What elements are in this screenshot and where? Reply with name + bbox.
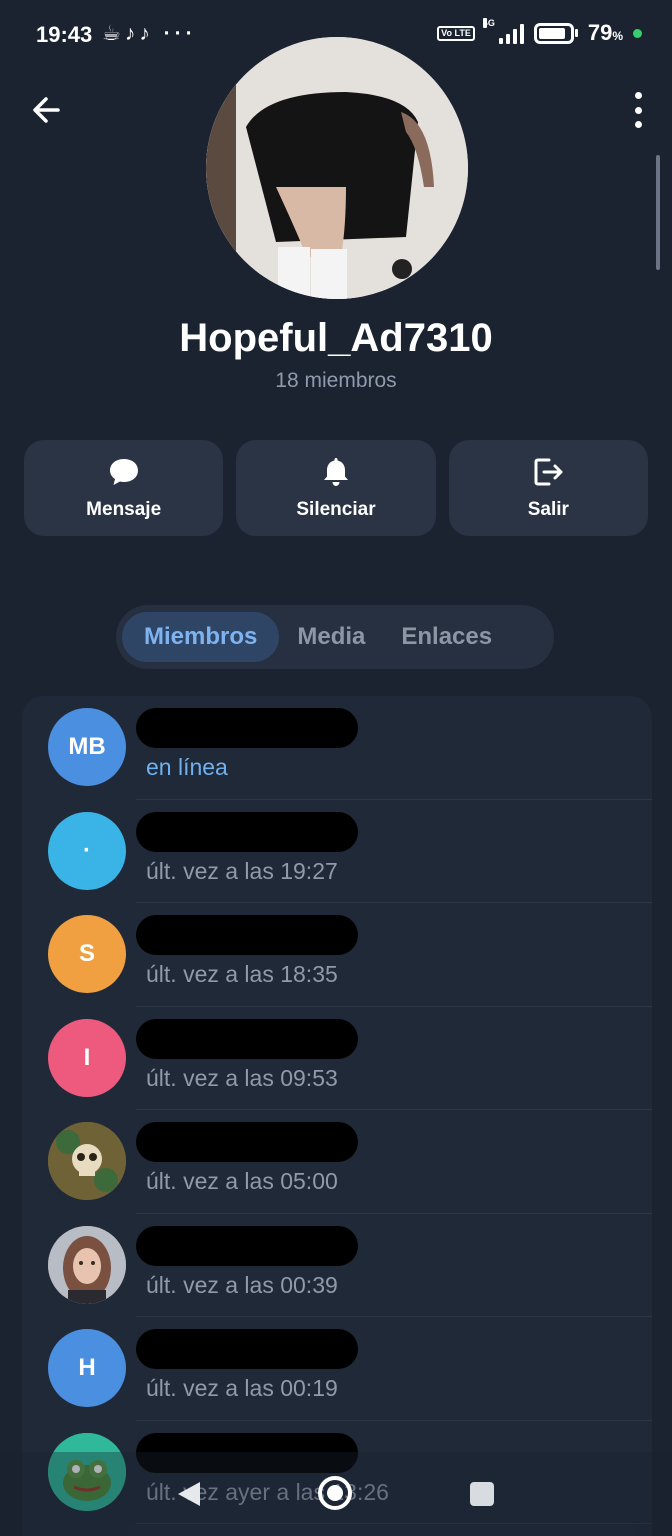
tab-media[interactable]: Media — [279, 612, 383, 662]
member-list: MB en línea · últ. vez a las 19:27 S últ… — [22, 696, 652, 1536]
tab-members[interactable]: Miembros — [122, 612, 280, 662]
list-item[interactable]: I últ. vez a las 09:53 — [22, 1007, 652, 1110]
system-nav-bar — [0, 1452, 672, 1536]
scrollbar[interactable] — [656, 155, 660, 270]
group-name: Hopeful_Ad7310 — [179, 316, 493, 360]
avatar: S — [48, 915, 126, 993]
list-item[interactable]: H últ. vez a las 00:19 — [22, 1317, 652, 1421]
network-type: 4G — [482, 18, 495, 28]
avatar — [48, 1225, 126, 1304]
redacted-name — [136, 915, 358, 955]
avatar: I — [48, 1018, 126, 1097]
action-buttons: Mensaje Silenciar Salir — [24, 440, 648, 536]
avatar: H — [48, 1329, 126, 1407]
status-time: 19:43 — [36, 22, 93, 47]
avatar: MB — [48, 708, 126, 786]
nav-home-icon[interactable] — [318, 1476, 352, 1510]
tab-links[interactable]: Enlaces — [383, 612, 510, 662]
mute-button[interactable]: Silenciar — [236, 440, 436, 536]
logout-icon — [534, 458, 563, 486]
chat-bubble-icon — [109, 459, 138, 485]
battery-percent: 79% — [587, 20, 623, 45]
message-label: Mensaje — [86, 499, 162, 520]
volte-icon: Vo LTE — [437, 25, 475, 41]
redacted-name — [136, 708, 358, 748]
list-item[interactable]: S últ. vez a las 18:35 — [22, 903, 652, 1007]
list-item[interactable]: · últ. vez a las 19:27 — [22, 800, 652, 903]
mute-label: Silenciar — [296, 499, 376, 520]
member-status: últ. vez a las 00:39 — [146, 1271, 338, 1298]
leave-button[interactable]: Salir — [448, 440, 648, 536]
redacted-name — [136, 1329, 358, 1369]
battery-icon — [533, 22, 578, 44]
redacted-name — [136, 1122, 358, 1162]
portrait-photo-icon — [48, 1225, 126, 1304]
avatar: · — [48, 811, 126, 890]
group-avatar[interactable] — [206, 37, 468, 299]
list-item[interactable]: MB en línea — [22, 696, 652, 800]
signal-icon: 4G — [482, 18, 524, 44]
nav-recents-icon[interactable] — [470, 1482, 494, 1506]
redacted-name — [136, 1018, 358, 1059]
list-item[interactable]: últ. vez a las 05:00 — [22, 1110, 652, 1214]
profile-tabs: Miembros Media Enlaces — [116, 605, 554, 669]
redacted-name — [136, 1225, 358, 1266]
member-status: últ. vez a las 00:19 — [146, 1375, 338, 1401]
message-button[interactable]: Mensaje — [24, 440, 224, 536]
leave-label: Salir — [527, 499, 569, 520]
nav-back-icon[interactable] — [176, 1480, 202, 1508]
redacted-name — [136, 811, 358, 852]
member-status: en línea — [146, 754, 228, 780]
member-status: últ. vez a las 19:27 — [146, 857, 338, 884]
member-status: últ. vez a las 09:53 — [146, 1064, 338, 1091]
member-count: 18 miembros — [275, 369, 397, 392]
more-options-icon[interactable] — [632, 92, 644, 128]
status-right-group: Vo LTE 4G 79% — [437, 18, 642, 46]
notification-icons: ☕♪♪ ··· — [102, 22, 197, 45]
avatar — [48, 1122, 126, 1200]
member-status: últ. vez a las 05:00 — [146, 1168, 338, 1194]
skull-art-icon — [48, 1122, 126, 1200]
list-item[interactable]: últ. vez a las 00:39 — [22, 1214, 652, 1317]
bell-icon — [323, 458, 348, 486]
member-status: últ. vez a las 18:35 — [146, 961, 338, 987]
privacy-indicator-dot — [633, 28, 642, 38]
back-arrow-icon[interactable] — [28, 90, 68, 130]
